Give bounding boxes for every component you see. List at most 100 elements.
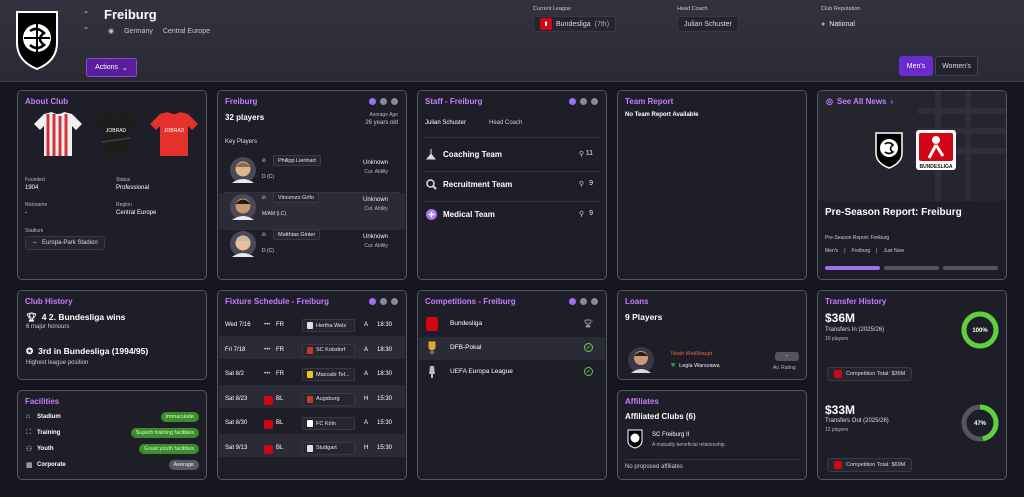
staff-team-row[interactable]: Recruitment Team ⚲ 9 bbox=[418, 176, 606, 198]
staff-coach-name: Julian Schuster bbox=[425, 120, 467, 126]
competition-logo bbox=[426, 341, 438, 357]
whistle-icon bbox=[425, 149, 437, 162]
key-player-row[interactable]: ⍝ Philipp Lienhart D (C) Unknown Cur. Abilit… bbox=[218, 154, 406, 188]
globe-icon: ◉ bbox=[108, 28, 115, 35]
founded-value: 1904 bbox=[25, 185, 39, 191]
opponent-pill[interactable]: Maccabi Tel... bbox=[302, 368, 355, 381]
opponent-pill[interactable]: Augsburg bbox=[302, 392, 355, 406]
card-pager[interactable] bbox=[369, 298, 398, 305]
see-all-news-link[interactable]: ◎ See All News › bbox=[826, 97, 893, 106]
fixture-date: Sat 8/30 bbox=[225, 420, 248, 426]
chevron-right-icon: › bbox=[890, 97, 894, 106]
card-title: Freiburg bbox=[225, 97, 258, 106]
staff-team-row[interactable]: Medical Team ⚲ 9 bbox=[418, 206, 606, 228]
fixture-date: Fri 7/18 bbox=[225, 346, 246, 353]
region-label: Region bbox=[116, 202, 132, 208]
opponent-crest-icon bbox=[307, 346, 313, 354]
facility-label: Corporate bbox=[37, 462, 66, 468]
news-progress-item[interactable] bbox=[943, 266, 998, 270]
chevron-down-icon[interactable]: ⌄ bbox=[82, 21, 90, 33]
loan-club[interactable]: ⛊ Legia Warszawa bbox=[671, 363, 720, 370]
facility-icon: ⌂ bbox=[26, 413, 31, 420]
loan-rating-label: Av. Rating bbox=[773, 365, 796, 371]
fixture-row[interactable]: Sat 8/2 ••• FR Maccabi Tel... A 18:30 bbox=[218, 367, 406, 387]
competition-icon: ••• bbox=[264, 322, 271, 328]
card-title: Team Report bbox=[625, 97, 674, 106]
bundesliga-icon bbox=[834, 461, 842, 469]
loan-club-name: Legia Warszawa bbox=[679, 363, 720, 369]
player-name[interactable]: Philipp Lienhart bbox=[273, 155, 321, 166]
player-name[interactable]: Matthias Ginter bbox=[273, 229, 321, 240]
competition-row[interactable]: UEFA Europa League ✔ bbox=[418, 363, 606, 383]
affiliate-club-name[interactable]: SC Freiburg II bbox=[652, 432, 689, 438]
head-coach-name: Julian Schuster bbox=[684, 20, 732, 28]
card-title: Competitions - Freiburg bbox=[425, 297, 516, 306]
opponent-pill[interactable]: Hertha Wels bbox=[302, 319, 355, 332]
chevron-up-icon[interactable]: ⌃ bbox=[82, 9, 90, 21]
opponent-pill[interactable]: SC Kolsdorf bbox=[302, 343, 355, 357]
head-coach-pill[interactable]: Julian Schuster bbox=[677, 16, 739, 32]
player-ability: Unknown bbox=[362, 234, 388, 240]
opponent-name: FC Köln bbox=[316, 420, 336, 427]
gauge-label: 100% bbox=[972, 328, 988, 334]
person-icon: ⚲ bbox=[578, 151, 584, 158]
competition-icon bbox=[264, 420, 273, 431]
fixture-time: 15:30 bbox=[377, 420, 393, 426]
news-headline[interactable]: Pre-Season Report: Freiburg bbox=[825, 207, 962, 218]
avg-age-label: Average Age bbox=[369, 112, 398, 118]
loan-player-name[interactable]: Noah Weißhaupt bbox=[671, 351, 712, 357]
fixture-competition: BL bbox=[276, 444, 284, 451]
person-icon: ⍝ bbox=[262, 232, 266, 238]
player-avatar bbox=[230, 231, 256, 257]
fixture-row[interactable]: Fri 7/18 ••• FR SC Kolsdorf A 18:30 bbox=[218, 343, 406, 363]
stadium-value: Europa-Park Stadion bbox=[42, 240, 98, 246]
staff-coach-role: Head Coach bbox=[489, 120, 523, 126]
facilities-card: Facilities ⌂ Stadium Immaculate ⛶ Training Su… bbox=[17, 390, 207, 480]
news-tags: Men's | Freiburg | Just Now bbox=[825, 248, 904, 254]
key-player-row[interactable]: ⍝ Matthias Ginter D (C) Unknown Cur. Ability bbox=[218, 228, 406, 262]
news-tag: Freiburg bbox=[851, 248, 871, 254]
history-item: 🏆︎ 4 2. Bundesliga wins bbox=[26, 312, 125, 323]
opponent-pill[interactable]: FC Köln bbox=[302, 417, 355, 430]
bundesliga-icon bbox=[834, 370, 842, 378]
staff-team-label: Coaching Team bbox=[443, 150, 502, 159]
fixture-row[interactable]: Wed 7/16 ••• FR Hertha Wels A 18:30 bbox=[218, 318, 406, 338]
staff-team-row[interactable]: Coaching Team ⚲ 11 bbox=[418, 146, 606, 168]
card-pager[interactable] bbox=[569, 298, 598, 305]
opponent-pill[interactable]: Stuttgart bbox=[302, 441, 355, 455]
club-history-card: Club History 🏆︎ 4 2. Bundesliga wins 6 ma… bbox=[17, 290, 207, 380]
player-ability: Unknown bbox=[362, 160, 388, 166]
card-pager[interactable] bbox=[569, 98, 598, 105]
news-progress-item[interactable] bbox=[884, 266, 939, 270]
row-divider bbox=[424, 171, 600, 172]
stadium-pill[interactable]: ⇔ Europa-Park Stadion bbox=[25, 236, 105, 250]
fixture-row[interactable]: Sat 8/30 BL FC Köln A 15:30 bbox=[218, 416, 406, 436]
fixture-row[interactable]: Sat 8/23 BL Augsburg H 15:30 bbox=[218, 392, 406, 412]
affiliates-heading: Affiliated Clubs (6) bbox=[625, 412, 696, 421]
stadium-label: Stadium bbox=[25, 228, 44, 234]
player-name[interactable]: Vincenzo Grifo bbox=[273, 192, 319, 203]
card-title: Facilities bbox=[25, 397, 60, 406]
fixture-venue: A bbox=[364, 346, 369, 353]
player-position: M/AM (LC) bbox=[262, 211, 287, 217]
facility-label: Training bbox=[37, 430, 61, 436]
head-coach-label: Head Coach bbox=[677, 6, 708, 12]
current-league-pill[interactable]: ▮ Bundesliga (7th) bbox=[533, 16, 617, 32]
bundesliga-logo: BUNDESLIGA bbox=[916, 130, 956, 170]
region-value: Central Europe bbox=[116, 210, 157, 216]
fixture-row[interactable]: Sat 9/13 BL Stuttgart H 15:30 bbox=[218, 441, 406, 461]
key-player-row[interactable]: ⍝ Vincenzo Grifo M/AM (LC) Unknown Cur. Abil… bbox=[218, 191, 406, 225]
card-title: About Club bbox=[25, 97, 69, 106]
opponent-crest-icon bbox=[307, 395, 313, 403]
competition-row[interactable]: Bundesliga 🏆︎ bbox=[418, 315, 606, 335]
actions-button[interactable]: Actions ⌄ bbox=[86, 58, 137, 77]
tab-womens[interactable]: Women's bbox=[935, 56, 978, 76]
card-pager[interactable] bbox=[369, 98, 398, 105]
trophy-icon: 🏆︎ bbox=[582, 319, 593, 328]
tab-mens[interactable]: Men's bbox=[899, 56, 933, 76]
competition-total-pill: Competition Total: $36M bbox=[827, 367, 913, 381]
club-name: Freiburg bbox=[104, 7, 157, 22]
competition-row[interactable]: DFB-Pokal ✔ bbox=[418, 339, 606, 359]
news-progress-active[interactable] bbox=[825, 266, 880, 270]
club-nav-arrows[interactable]: ⌃ ⌄ bbox=[82, 9, 90, 33]
